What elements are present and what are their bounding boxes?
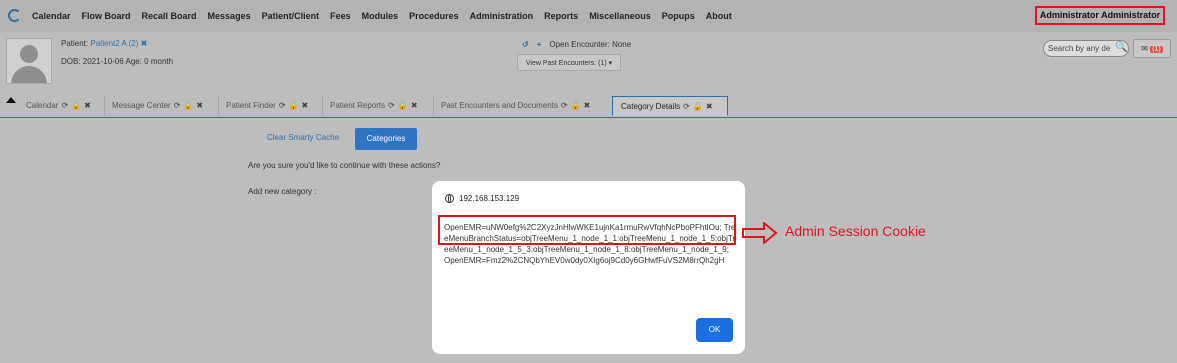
menu-miscellaneous[interactable]: Miscellaneous <box>589 11 651 21</box>
menu-fees[interactable]: Fees <box>330 11 351 21</box>
close-patient-icon[interactable]: ✖ <box>141 39 148 48</box>
tab-label: Patient Reports <box>330 101 386 110</box>
tab-calendar[interactable]: Calendar ⟳ 🔓 ✖ <box>18 96 105 116</box>
search-icon[interactable]: 🔍 <box>1115 42 1127 53</box>
close-icon[interactable]: ✖ <box>411 101 418 110</box>
ok-button[interactable]: OK <box>696 318 733 342</box>
tab-category-details[interactable]: Category Details ⟳ 🔓 ✖ <box>612 96 728 116</box>
tab-patient-finder[interactable]: Patient Finder ⟳ 🔓 ✖ <box>218 96 323 116</box>
refresh-icon[interactable]: ⟳ <box>683 102 690 111</box>
refresh-icon[interactable]: ⟳ <box>174 101 181 110</box>
menu-procedures[interactable]: Procedures <box>409 11 459 21</box>
patient-label: Patient: <box>61 39 89 48</box>
collapse-header-icon[interactable] <box>6 97 16 103</box>
avatar-body-shape <box>11 66 47 83</box>
alert-dialog: 192.168.153.129 OpenEMR=uNW0efg%2C2XyzJn… <box>432 181 745 354</box>
close-icon[interactable]: ✖ <box>196 101 203 110</box>
tab-label: Message Center <box>112 101 171 110</box>
menu-modules[interactable]: Modules <box>362 11 399 21</box>
past-encounters-button[interactable]: View Past Encounters: (1) ▾ <box>517 54 621 71</box>
menu-about[interactable]: About <box>706 11 732 21</box>
avatar-head-shape <box>20 45 38 63</box>
refresh-icon[interactable]: ⟳ <box>61 101 68 110</box>
menu-messages[interactable]: Messages <box>208 11 251 21</box>
openemr-logo-icon[interactable] <box>8 9 21 22</box>
close-icon[interactable]: ✖ <box>706 102 713 111</box>
close-icon[interactable]: ✖ <box>584 101 591 110</box>
tab-label: Category Details <box>621 102 681 111</box>
refresh-icon[interactable]: ⟳ <box>561 101 568 110</box>
add-category-label: Add new category : <box>248 187 317 196</box>
lock-icon[interactable]: 🔓 <box>398 101 408 110</box>
message-count-badge: (1) <box>1150 46 1163 53</box>
tab-label: Past Encounters and Documents <box>441 101 558 110</box>
open-encounter-text: Open Encounter: None <box>549 40 632 49</box>
user-menu[interactable]: Administrator Administrator <box>1035 6 1165 25</box>
tab-past-encounters[interactable]: Past Encounters and Documents ⟳ 🔓 ✖ <box>433 96 613 116</box>
menu-reports[interactable]: Reports <box>544 11 578 21</box>
menu-patient-client[interactable]: Patient/Client <box>262 11 320 21</box>
tab-patient-reports[interactable]: Patient Reports ⟳ 🔓 ✖ <box>322 96 434 116</box>
messages-button[interactable]: ✉ (1) <box>1133 39 1171 58</box>
refresh-icon[interactable]: ⟳ <box>279 101 286 110</box>
patient-dob: DOB: 2021-10-06 Age: 0 month <box>61 57 174 66</box>
past-encounters-label: View Past Encounters: (1) <box>525 60 607 67</box>
menu-flow-board[interactable]: Flow Board <box>82 11 131 21</box>
menu-calendar[interactable]: Calendar <box>32 11 71 21</box>
menu-administration[interactable]: Administration <box>470 11 534 21</box>
arrow-icon <box>742 222 778 244</box>
mail-icon: ✉ <box>1141 44 1148 53</box>
encounter-info: ↺ + Open Encounter: None <box>522 40 631 49</box>
add-encounter-icon[interactable]: + <box>537 40 542 49</box>
tab-message-center[interactable]: Message Center ⟳ 🔓 ✖ <box>104 96 219 116</box>
cookie-highlight-box <box>438 215 736 245</box>
annotation-label: Admin Session Cookie <box>785 223 926 239</box>
close-icon[interactable]: ✖ <box>84 101 91 110</box>
lock-icon[interactable]: 🔓 <box>571 101 581 110</box>
main-menu: Calendar Flow Board Recall Board Message… <box>32 11 732 21</box>
menu-popups[interactable]: Popups <box>662 11 695 21</box>
lock-icon[interactable]: 🔓 <box>289 101 299 110</box>
lock-icon[interactable]: 🔓 <box>71 101 81 110</box>
patient-avatar <box>6 38 52 84</box>
refresh-icon[interactable]: ⟳ <box>388 101 395 110</box>
lock-icon[interactable]: 🔓 <box>693 102 703 111</box>
categories-button[interactable]: Categories <box>355 128 417 150</box>
globe-icon <box>445 194 454 203</box>
clear-smarty-cache-link[interactable]: Clear Smarty Cache <box>267 133 339 142</box>
menu-recall-board[interactable]: Recall Board <box>142 11 197 21</box>
close-icon[interactable]: ✖ <box>301 101 308 110</box>
dialog-host: 192.168.153.129 <box>459 194 520 203</box>
lock-icon[interactable]: 🔓 <box>183 101 193 110</box>
patient-name-link[interactable]: Patient2 A (2) <box>90 39 138 48</box>
history-icon[interactable]: ↺ <box>522 40 529 49</box>
confirm-text: Are you sure you'd like to continue with… <box>248 161 441 170</box>
patient-line: Patient: Patient2 A (2) ✖ <box>61 39 147 48</box>
tab-label: Patient Finder <box>226 101 276 110</box>
tab-label: Calendar <box>26 101 59 110</box>
